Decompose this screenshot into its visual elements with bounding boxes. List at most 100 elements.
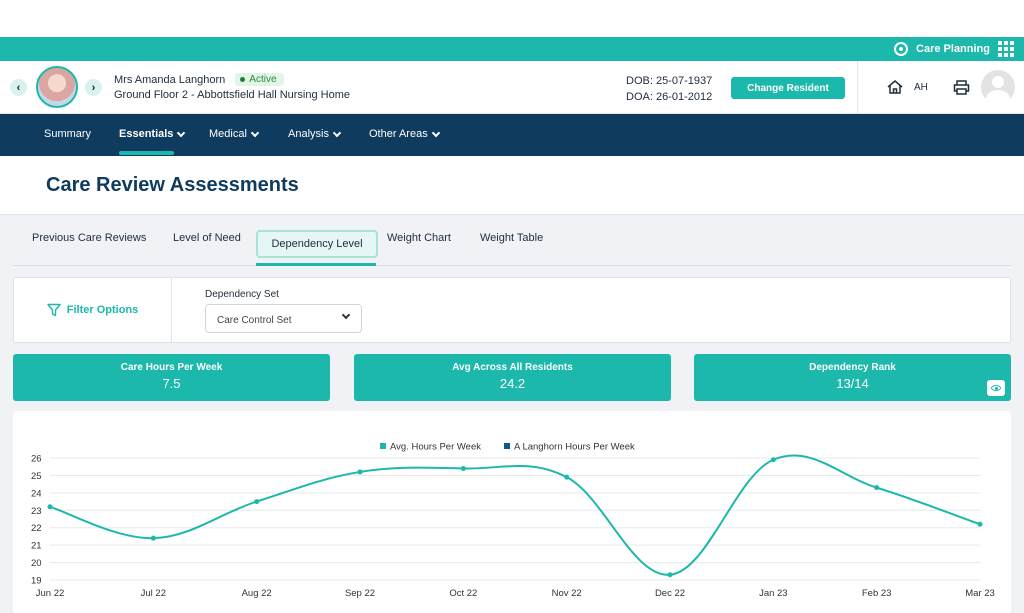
change-resident-button[interactable]: Change Resident [731, 77, 845, 99]
nav-essentials[interactable]: Essentials [119, 128, 186, 140]
x-tick-label: Jan 23 [759, 588, 788, 599]
dependency-set-select[interactable]: Care Control Set [205, 304, 362, 333]
filter-options-button[interactable]: Filter Options [14, 278, 172, 342]
legend-swatch [504, 443, 510, 449]
stat-value: 7.5 [162, 376, 181, 391]
x-tick-label: Sep 22 [345, 588, 375, 599]
stat-value: 13/14 [836, 376, 869, 391]
y-tick-label: 24 [31, 488, 42, 499]
nav-active-indicator [119, 151, 174, 155]
chevron-down-icon [332, 128, 342, 137]
y-tick-label: 22 [31, 523, 42, 534]
legend-label: Avg. Hours Per Week [390, 442, 481, 453]
tab-weight-chart[interactable]: Weight Chart [387, 232, 451, 244]
nav-label: Analysis [288, 128, 329, 140]
y-tick-label: 25 [31, 471, 42, 482]
title-bar: Care Review Assessments [0, 156, 1024, 215]
dependency-chart: 19 20 21 22 23 24 25 26 Jun 22 Jul 22 Aug 22 Sep 22… [31, 442, 995, 600]
x-tick-label: Jun 22 [36, 588, 65, 599]
top-bar: Care Planning [0, 37, 1024, 61]
data-point [460, 465, 466, 471]
user-initials[interactable]: AH [914, 82, 928, 93]
chevron-right-icon[interactable]: › [85, 79, 102, 96]
legend-label: A Langhorn Hours Per Week [514, 442, 635, 453]
dob: DOB: 25-07-1937 [626, 75, 713, 87]
stat-dependency-rank: Dependency Rank 13/14 [694, 354, 1011, 401]
nav-label: Medical [209, 128, 247, 140]
data-point [564, 474, 570, 480]
filter-label: Filter Options [66, 304, 139, 316]
chevron-down-icon [341, 310, 351, 320]
data-point [874, 485, 880, 491]
data-point [150, 535, 156, 541]
tab-dependency-level[interactable]: Dependency Level [256, 230, 378, 258]
status-dot-icon [240, 77, 246, 82]
home-icon[interactable] [887, 80, 903, 94]
stat-value: 24.2 [499, 376, 526, 391]
gear-icon[interactable] [894, 42, 909, 56]
resident-avatar [36, 66, 78, 108]
stat-label: Care Hours Per Week [120, 362, 223, 373]
stat-label: Avg Across All Residents [452, 362, 573, 373]
status-badge: Active [235, 73, 284, 86]
printer-icon[interactable] [953, 80, 970, 95]
stat-care-hours: Care Hours Per Week 7.5 [13, 354, 330, 401]
x-tick-label: Aug 22 [242, 588, 272, 599]
y-tick-label: 26 [31, 454, 42, 465]
data-point [357, 469, 363, 475]
doa: DOA: 26-01-2012 [626, 91, 713, 103]
nav-summary[interactable]: Summary [44, 128, 91, 140]
page-title: Care Review Assessments [46, 174, 299, 196]
legend-swatch [380, 443, 386, 449]
resident-name-row: Mrs Amanda Langhorn Active [114, 73, 284, 86]
divider [857, 61, 858, 114]
filter-panel: Filter Options Dependency Set Care Contr… [13, 277, 1011, 343]
tab-level-of-need[interactable]: Level of Need [173, 232, 241, 244]
tab-previous-care-reviews[interactable]: Previous Care Reviews [32, 232, 146, 244]
grid-icon[interactable] [998, 41, 1014, 57]
stat-label: Dependency Rank [809, 362, 896, 373]
main-nav: Summary Essentials Medical Analysis Othe… [0, 114, 1024, 156]
nav-analysis[interactable]: Analysis [288, 128, 342, 140]
chevron-left-icon[interactable]: ‹ [10, 79, 27, 96]
nav-other-areas[interactable]: Other Areas [369, 128, 440, 140]
data-point [770, 457, 776, 463]
stat-avg-residents: Avg Across All Residents 24.2 [354, 354, 671, 401]
chart-panel: 19 20 21 22 23 24 25 26 Jun 22 Jul 22 Aug 22 Sep 22… [13, 411, 1011, 613]
tab-bar: Previous Care Reviews Level of Need Depe… [13, 218, 1011, 266]
dependency-set-value: Care Control Set [217, 315, 292, 326]
y-tick-label: 19 [31, 576, 42, 587]
status-text: Active [249, 74, 277, 85]
y-tick-label: 21 [31, 541, 42, 552]
data-point [254, 499, 260, 505]
filter-icon [47, 303, 61, 317]
x-tick-label: Feb 23 [862, 588, 892, 599]
resident-header: ‹ › Mrs Amanda Langhorn Active Ground Fl… [0, 61, 1024, 114]
x-tick-label: Jul 22 [141, 588, 166, 599]
tab-weight-table[interactable]: Weight Table [480, 232, 543, 244]
y-tick-label: 20 [31, 558, 42, 569]
x-tick-label: Mar 23 [965, 588, 995, 599]
resident-dates: DOB: 25-07-1937 DOA: 26-01-2012 [626, 73, 712, 105]
dependency-set-label: Dependency Set [205, 289, 279, 300]
user-avatar[interactable] [981, 70, 1015, 104]
chevron-down-icon [177, 128, 186, 137]
tab-active-indicator [256, 263, 376, 266]
series-line [49, 454, 981, 576]
eye-icon[interactable] [987, 380, 1005, 396]
x-tick-label: Nov 22 [552, 588, 582, 599]
nav-medical[interactable]: Medical [209, 128, 260, 140]
module-switcher[interactable]: Care Planning [894, 41, 1014, 57]
y-tick-label: 23 [31, 506, 42, 517]
chevron-down-icon [431, 128, 440, 137]
resident-location: Ground Floor 2 - Abbottsfield Hall Nursi… [114, 89, 350, 101]
module-label[interactable]: Care Planning [916, 43, 990, 55]
data-point [47, 504, 53, 510]
x-tick-label: Dec 22 [655, 588, 685, 599]
chevron-down-icon [250, 128, 260, 137]
nav-label: Other Areas [369, 128, 428, 140]
x-tick-label: Oct 22 [449, 588, 477, 599]
nav-label: Essentials [119, 128, 174, 140]
data-point [977, 521, 983, 527]
nav-label: Summary [44, 128, 92, 140]
